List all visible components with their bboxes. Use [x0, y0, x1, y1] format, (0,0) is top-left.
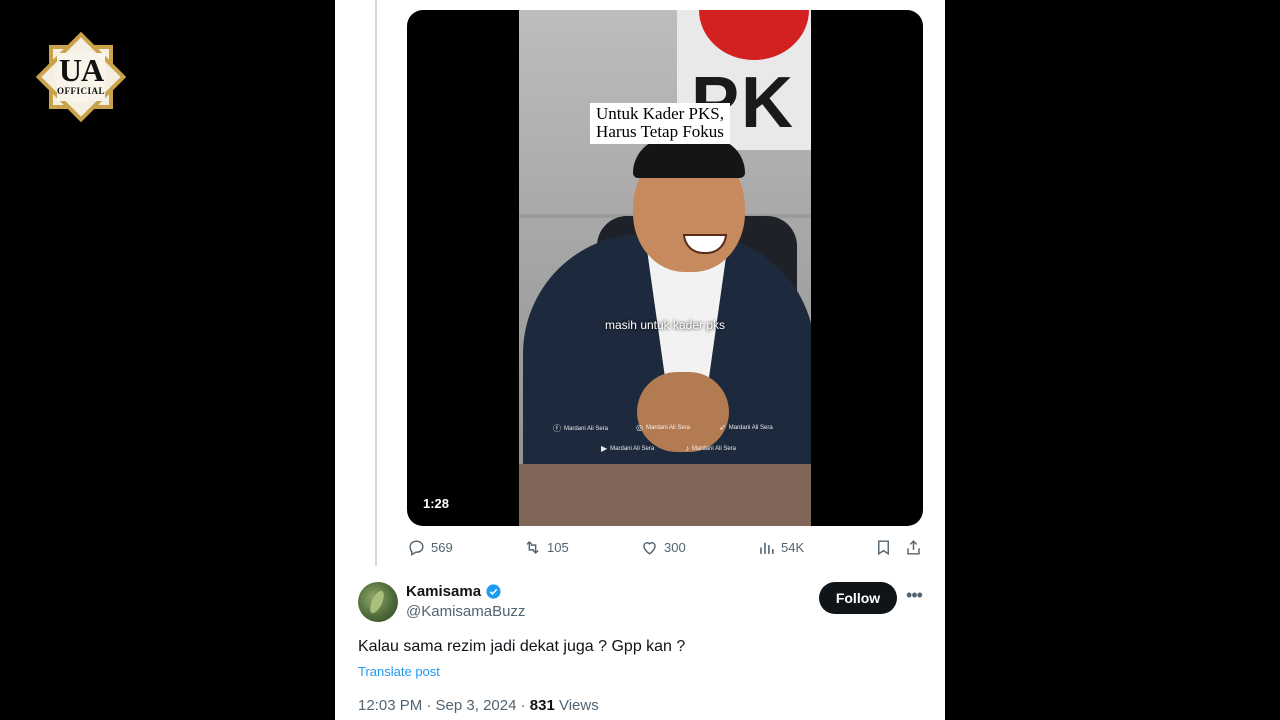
logo-text: UA	[58, 52, 104, 88]
video-player[interactable]: PK Untuk Kader PKS, Harus Tetap Fokus ma…	[407, 10, 923, 526]
author-name-row[interactable]: Kamisama	[406, 583, 502, 600]
watermark-tiktok: ♪ Mardani Ali Sera	[685, 444, 737, 453]
reply-count: 569	[431, 540, 453, 555]
bookmark-button[interactable]	[874, 538, 893, 557]
like-button[interactable]: 300	[640, 538, 686, 557]
heart-icon	[643, 542, 656, 555]
watermark-youtube: ▶ Mardani Ali Sera	[601, 444, 655, 453]
follow-button[interactable]: Follow	[819, 582, 897, 614]
youtube-icon: ▶	[601, 444, 608, 453]
reply-button[interactable]: 569	[407, 538, 453, 557]
tweet-actions: 569 105 300 54K	[407, 538, 923, 560]
video-subtitle: masih untuk kader pks	[604, 318, 726, 332]
repost-count: 105	[547, 540, 569, 555]
watermark-instagram: ◎ Mardani Ali Sera	[636, 423, 691, 432]
tweet-thread: PK Untuk Kader PKS, Harus Tetap Fokus ma…	[335, 0, 945, 720]
translate-post-link[interactable]: Translate post	[358, 664, 440, 679]
thread-line	[375, 0, 377, 566]
views-label: Views	[554, 697, 599, 714]
share-icon	[907, 540, 920, 555]
repost-icon	[526, 540, 539, 555]
twitter-icon: ➶	[719, 423, 726, 432]
views-button[interactable]: 54K	[757, 538, 804, 557]
tweet-view-count: 831	[529, 697, 555, 714]
reply-icon	[409, 540, 424, 556]
video-duration: 1:28	[423, 496, 450, 511]
more-options-icon[interactable]: •••	[903, 586, 925, 608]
bookmark-icon	[878, 540, 889, 556]
analytics-icon	[760, 542, 774, 554]
tweet-timestamp[interactable]: 12:03 PM · Sep 3, 2024 ·	[358, 697, 530, 714]
verified-badge-icon	[486, 584, 501, 599]
watermark-twitter: ➶ Mardani Ali Sera	[719, 423, 773, 432]
tweet-meta: 12:03 PM · Sep 3, 2024 · 831 Views	[358, 697, 599, 714]
logo-subtext: OFFICIAL	[56, 86, 105, 96]
tweet-text: Kalau sama rezim jadi dekat juga ? Gpp k…	[358, 638, 686, 655]
share-button[interactable]	[904, 538, 923, 557]
table	[519, 464, 811, 526]
views-count: 54K	[781, 540, 805, 555]
video-frame: PK	[519, 10, 811, 526]
facebook-icon: ⓕ	[553, 424, 561, 433]
channel-logo: UA OFFICIAL	[30, 26, 132, 128]
avatar[interactable]	[358, 582, 398, 622]
watermark-facebook: ⓕ Mardani Ali Sera	[553, 424, 609, 433]
repost-button[interactable]: 105	[523, 538, 569, 557]
video-title-overlay: Untuk Kader PKS, Harus Tetap Fokus	[590, 103, 730, 144]
instagram-icon: ◎	[636, 423, 643, 432]
author-name[interactable]: Kamisama	[406, 583, 481, 600]
author-handle[interactable]: @KamisamaBuzz	[406, 603, 525, 620]
tiktok-icon: ♪	[685, 444, 689, 453]
like-count: 300	[664, 540, 686, 555]
